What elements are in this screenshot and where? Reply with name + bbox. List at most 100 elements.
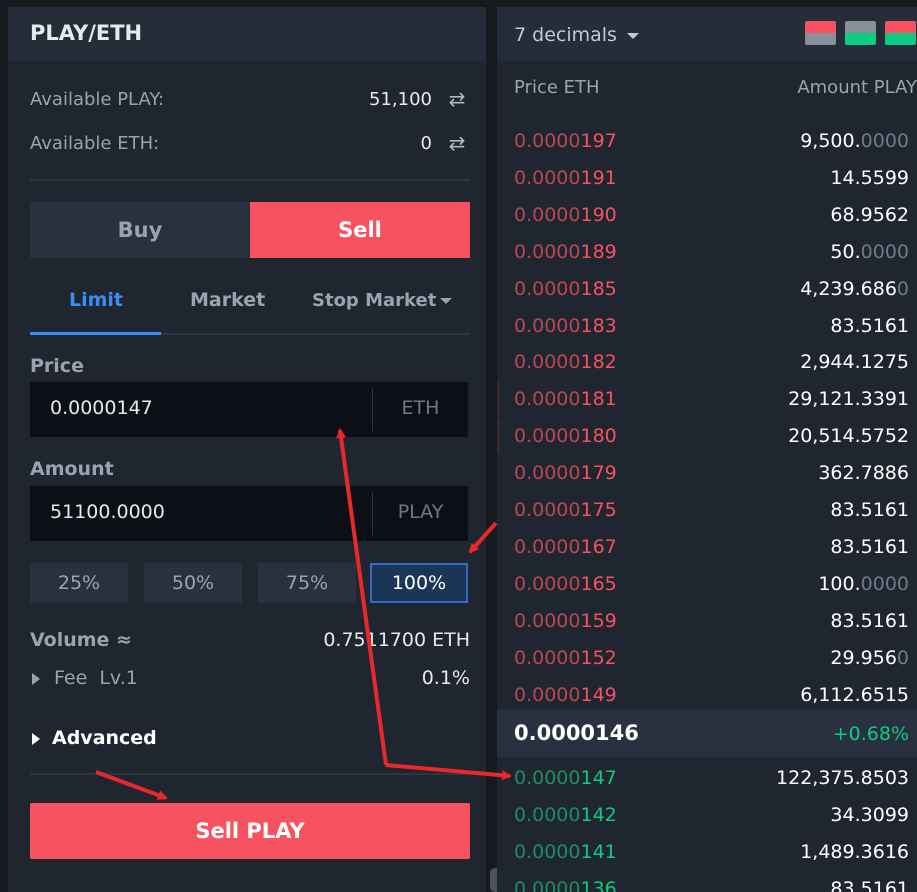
divider xyxy=(30,179,470,181)
sell-play-button[interactable]: Sell PLAY xyxy=(30,803,470,859)
percent-100-button[interactable]: 100% xyxy=(370,563,468,603)
ask-amount: 14.5599 xyxy=(830,166,909,189)
last-price: 0.0000146 xyxy=(514,721,639,745)
both-view-icon[interactable] xyxy=(885,21,916,45)
bid-amount: 34.3099 xyxy=(830,803,909,826)
tab-limit[interactable]: Limit xyxy=(69,289,123,311)
price-label: Price xyxy=(30,355,84,377)
depth-marker xyxy=(497,381,500,415)
price-unit: ETH xyxy=(401,397,440,419)
available-play-row: Available PLAY: 51,100 ⇄ xyxy=(30,87,470,115)
price-change: +0.68% xyxy=(832,723,909,745)
volume-value: 0.7511700 ETH xyxy=(323,629,470,651)
ask-row[interactable]: 0.0000181 29,121.3391 xyxy=(497,382,917,418)
volume-label: Volume ≈ xyxy=(30,629,132,651)
ask-row[interactable]: 0.0000191 14.5599 xyxy=(497,161,917,197)
pair-header: PLAY/ETH xyxy=(8,7,486,61)
ask-price: 0.0000197 xyxy=(514,130,617,152)
amount-input[interactable]: 51100.0000 PLAY xyxy=(30,486,468,541)
buy-tab[interactable]: Buy xyxy=(30,202,250,258)
ask-amount: 100.0000 xyxy=(818,572,909,595)
fee-row[interactable]: Fee Lv.1 0.1% xyxy=(30,667,470,693)
bid-row[interactable]: 0.0000147 122,375.8503 xyxy=(497,761,917,797)
last-price-row: 0.0000146 +0.68% xyxy=(497,709,917,757)
amount-value: 51100.0000 xyxy=(50,501,165,523)
order-book-header: 7 decimals xyxy=(497,7,917,61)
ask-amount: 50.0000 xyxy=(830,240,909,263)
fee-toggle[interactable]: Fee Lv.1 xyxy=(30,667,138,689)
ask-row[interactable]: 0.0000183 83.5161 xyxy=(497,309,917,345)
percent-25-button[interactable]: 25% xyxy=(30,563,128,603)
ask-price: 0.0000167 xyxy=(514,535,617,558)
caret-right-icon xyxy=(32,672,40,685)
bid-row[interactable]: 0.0000141 1,489.3616 xyxy=(497,835,917,871)
ask-amount: 362.7886 xyxy=(818,462,909,485)
ask-price: 0.0000181 xyxy=(514,388,617,411)
ask-amount: 83.5161 xyxy=(830,609,909,632)
ask-row[interactable]: 0.0000175 83.5161 xyxy=(497,493,917,529)
available-eth-value: 0 xyxy=(420,133,432,154)
ask-row[interactable]: 0.0000167 83.5161 xyxy=(497,530,917,566)
ask-row[interactable]: 0.0000189 50.0000 xyxy=(497,235,917,271)
advanced-toggle[interactable]: Advanced xyxy=(30,727,470,753)
percent-75-button[interactable]: 75% xyxy=(258,563,356,603)
tab-stop-market[interactable]: Stop Market xyxy=(312,290,453,311)
price-input[interactable]: 0.0000147 ETH xyxy=(30,382,468,437)
transfer-icon[interactable]: ⇄ xyxy=(444,87,470,113)
tab-market[interactable]: Market xyxy=(190,289,265,311)
ask-price: 0.0000182 xyxy=(514,351,617,374)
order-book-panel: 7 decimals Price ETH Amount PLAY 0.00001… xyxy=(497,7,917,892)
ask-amount: 4,239.6860 xyxy=(800,277,909,300)
bid-price: 0.0000142 xyxy=(514,803,617,826)
ask-amount: 68.9562 xyxy=(830,203,909,226)
ask-row[interactable]: 0.0000185 4,239.6860 xyxy=(497,272,917,308)
advanced-label: Advanced xyxy=(52,727,157,749)
ask-price: 0.0000175 xyxy=(514,499,617,521)
ask-row[interactable]: 0.0000159 83.5161 xyxy=(497,604,917,640)
decimals-value: 7 decimals xyxy=(514,24,617,46)
ask-row[interactable]: 0.0000197 9,500.0000 xyxy=(497,124,917,160)
bid-amount: 122,375.8503 xyxy=(776,767,909,789)
decimals-select[interactable]: 7 decimals xyxy=(514,24,639,46)
available-play-label: Available PLAY: xyxy=(30,89,165,110)
bid-row[interactable]: 0.0000136 83.5161 xyxy=(497,872,917,892)
view-icon-top xyxy=(845,21,876,33)
bid-amount: 1,489.3616 xyxy=(800,840,909,863)
ask-amount: 83.5161 xyxy=(830,314,909,337)
ask-row[interactable]: 0.0000179 362.7886 xyxy=(497,456,917,492)
ask-row[interactable]: 0.0000152 29.9560 xyxy=(497,641,917,677)
bid-row[interactable]: 0.0000142 34.3099 xyxy=(497,798,917,834)
ask-row[interactable]: 0.0000190 68.9562 xyxy=(497,198,917,234)
chevron-down-icon xyxy=(440,298,453,304)
ask-price: 0.0000179 xyxy=(514,462,617,485)
bids-only-view-icon[interactable] xyxy=(845,21,876,45)
ask-row[interactable]: 0.0000182 2,944.1275 xyxy=(497,345,917,381)
ask-price: 0.0000165 xyxy=(514,572,617,595)
tab-stop-market-label: Stop Market xyxy=(312,290,437,311)
ask-price: 0.0000190 xyxy=(514,203,617,226)
ask-row[interactable]: 0.0000165 100.0000 xyxy=(497,567,917,603)
fee-label: Fee Lv.1 xyxy=(54,667,138,689)
order-form-panel: PLAY/ETH Available PLAY: 51,100 ⇄ Availa… xyxy=(8,7,486,892)
ask-price: 0.0000159 xyxy=(514,609,617,632)
bid-price: 0.0000136 xyxy=(514,877,617,892)
sell-tab[interactable]: Sell xyxy=(250,202,470,258)
ask-amount: 2,944.1275 xyxy=(800,351,909,374)
ask-row[interactable]: 0.0000180 20,514.5752 xyxy=(497,419,917,455)
view-icon-bottom xyxy=(845,33,876,45)
volume-row: Volume ≈ 0.7511700 ETH xyxy=(30,629,470,655)
ask-amount: 83.5161 xyxy=(830,499,909,521)
advanced-label-wrap: Advanced xyxy=(30,727,157,749)
bid-amount: 83.5161 xyxy=(830,877,909,892)
amount-label: Amount xyxy=(30,458,114,480)
asks-only-view-icon[interactable] xyxy=(805,21,836,45)
ask-amount: 9,500.0000 xyxy=(800,130,909,152)
column-amount-header: Amount PLAY xyxy=(797,77,917,98)
panel-divider xyxy=(488,7,496,892)
column-price-header: Price ETH xyxy=(514,77,600,98)
transfer-icon[interactable]: ⇄ xyxy=(444,131,470,157)
active-tab-indicator xyxy=(30,332,161,335)
percent-50-button[interactable]: 50% xyxy=(144,563,242,603)
divider xyxy=(30,773,470,775)
bid-price: 0.0000147 xyxy=(514,767,617,789)
